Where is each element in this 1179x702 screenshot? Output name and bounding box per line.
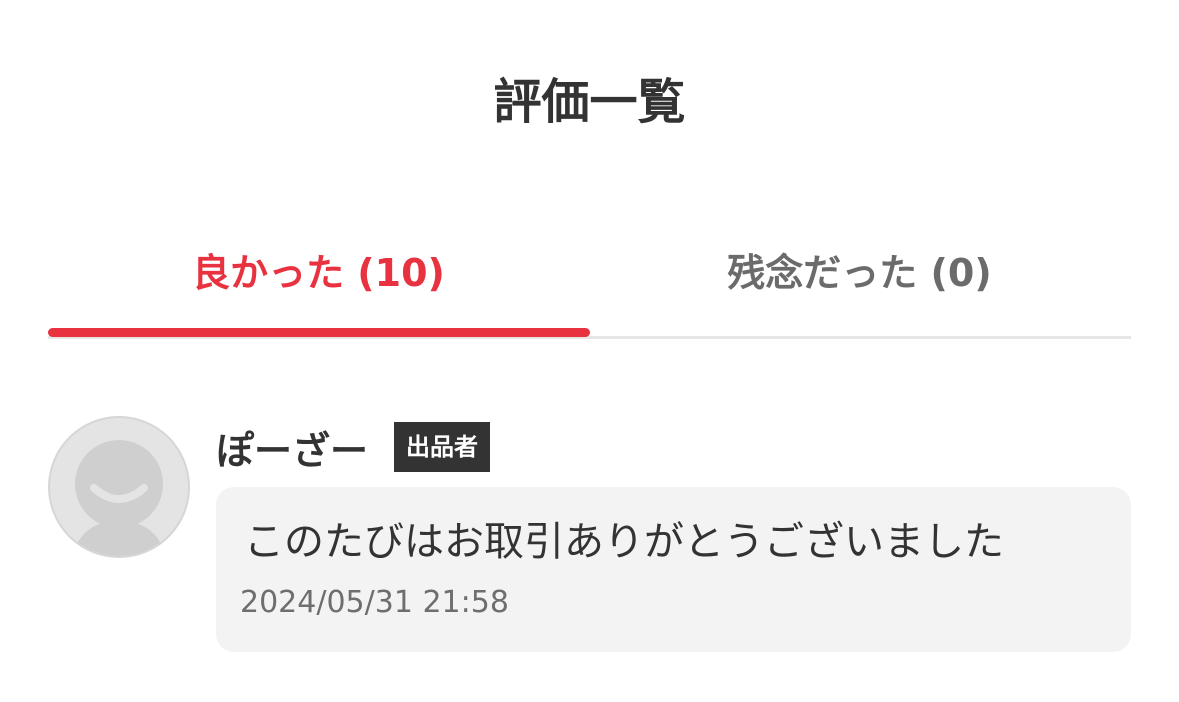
comment-bubble: このたびはお取引ありがとうございました 2024/05/31 21:58 [216, 487, 1131, 652]
active-tab-indicator [48, 328, 590, 337]
reviewer-row: ぽーざー 出品者 [216, 418, 491, 476]
reviewer-name[interactable]: ぽーざー [216, 420, 368, 475]
page-title: 評価一覧 [493, 74, 686, 130]
tab-good[interactable]: 良かった (10) [48, 240, 589, 306]
ratings-page: 評価一覧 良かった (10) 残念だった (0) ぽーざー 出品者 このたびはお… [0, 0, 1179, 702]
review-timestamp: 2024/05/31 21:58 [240, 585, 509, 620]
default-user-avatar-icon[interactable] [48, 416, 190, 558]
review-item: ぽーざー 出品者 このたびはお取引ありがとうございました 2024/05/31 … [48, 412, 1131, 657]
rating-tabs: 良かった (10) 残念だった (0) [48, 240, 1131, 340]
review-comment: このたびはお取引ありがとうございました [244, 519, 1004, 565]
seller-badge: 出品者 [394, 422, 491, 472]
tab-bad[interactable]: 残念だった (0) [589, 240, 1130, 306]
